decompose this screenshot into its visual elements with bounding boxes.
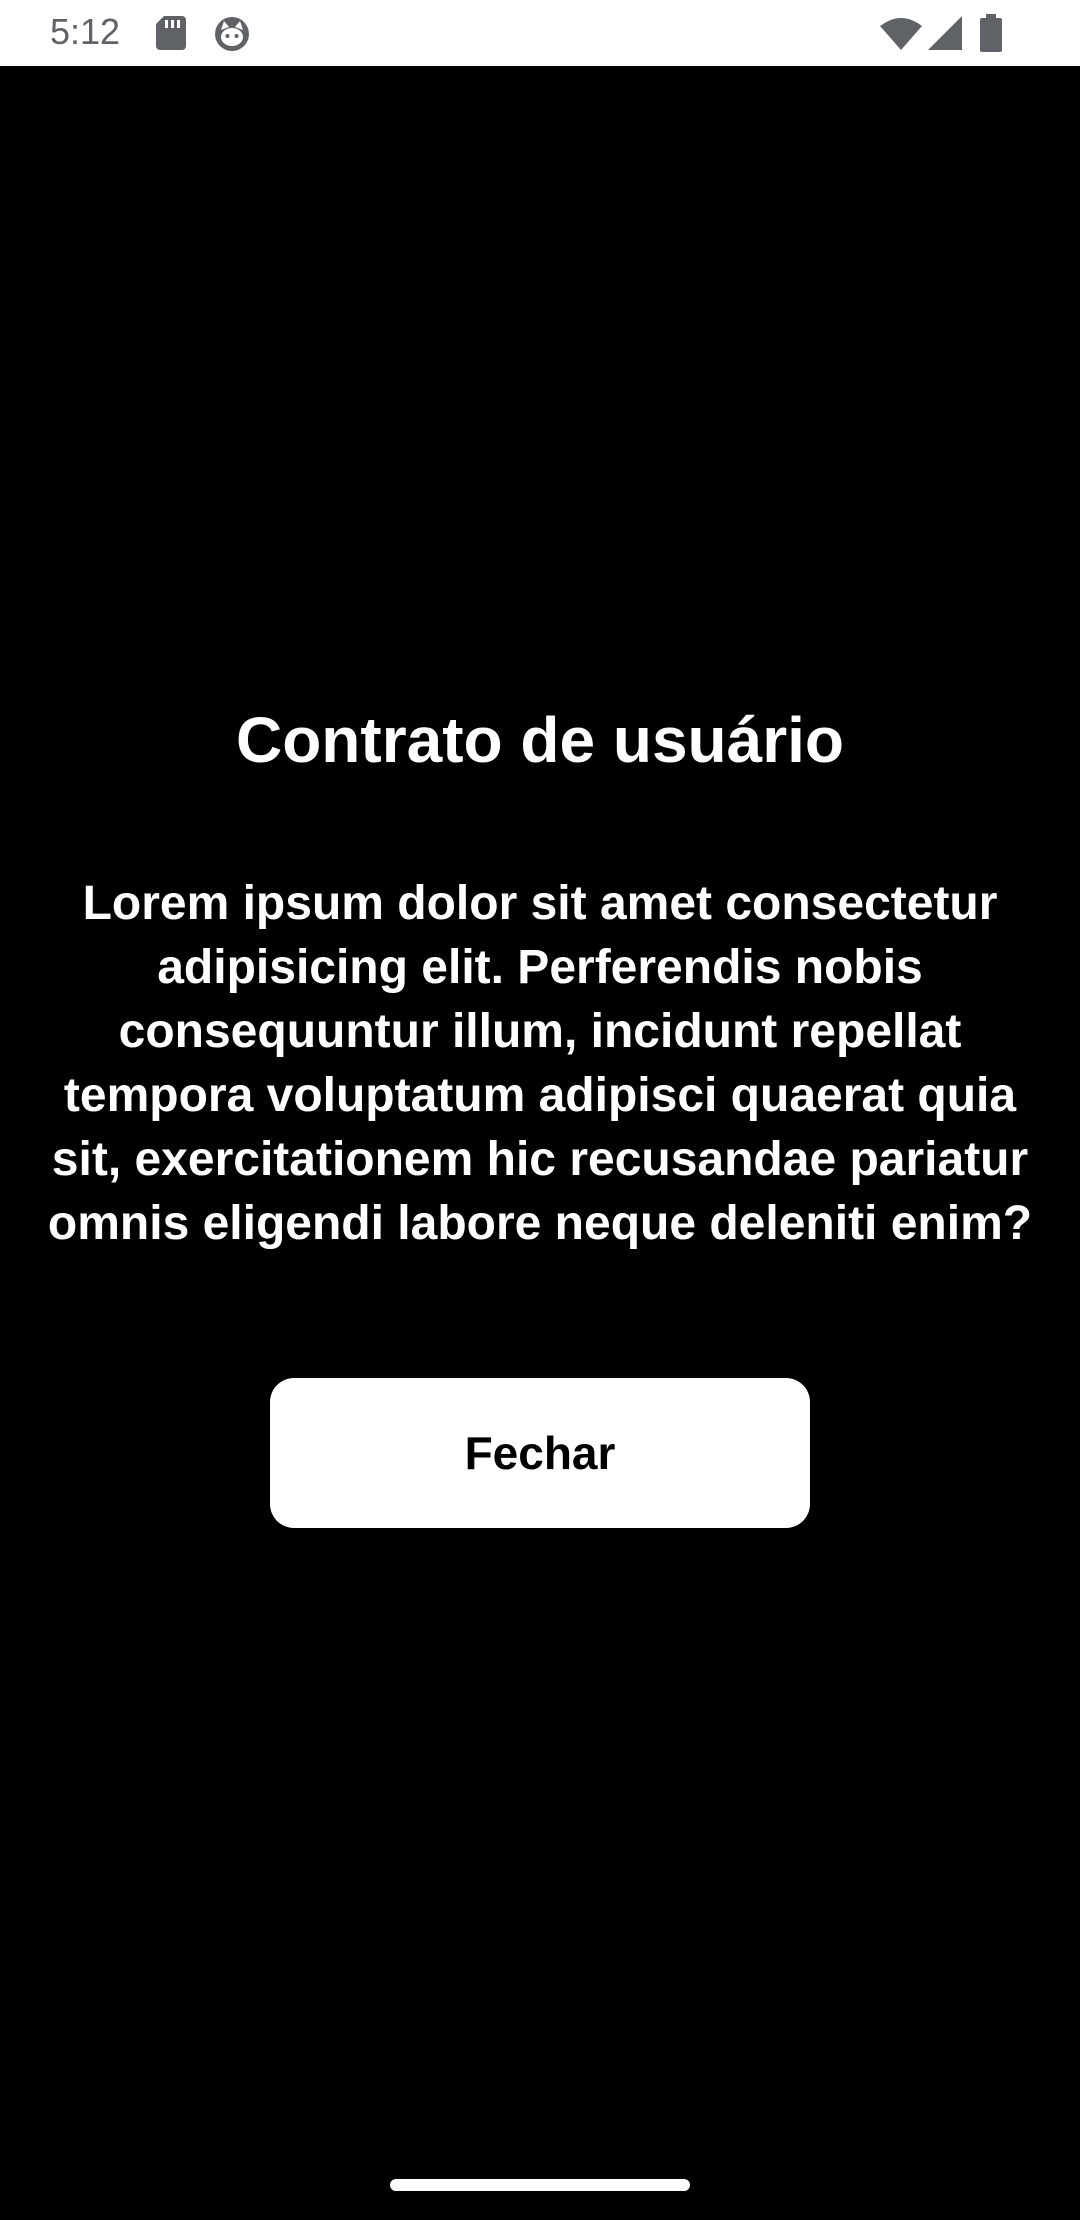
status-bar: 5:12 — [0, 0, 1080, 66]
wifi-icon — [880, 18, 922, 50]
status-time: 5:12 — [50, 11, 121, 52]
battery-icon — [980, 14, 1002, 52]
sd-card-icon — [156, 16, 186, 50]
dialog-title: Contrato de usuário — [235, 704, 845, 776]
app-screen: 5:12 Contrato de usuário Lorem ipsum dol… — [0, 0, 1080, 2220]
dialog-body-text: Lorem ipsum dolor sit amet consectetur a… — [47, 877, 1033, 1250]
cell-signal-icon — [928, 16, 962, 50]
close-button[interactable]: Fechar — [270, 1378, 810, 1528]
home-indicator[interactable] — [390, 2179, 690, 2191]
cat-icon — [215, 17, 249, 51]
